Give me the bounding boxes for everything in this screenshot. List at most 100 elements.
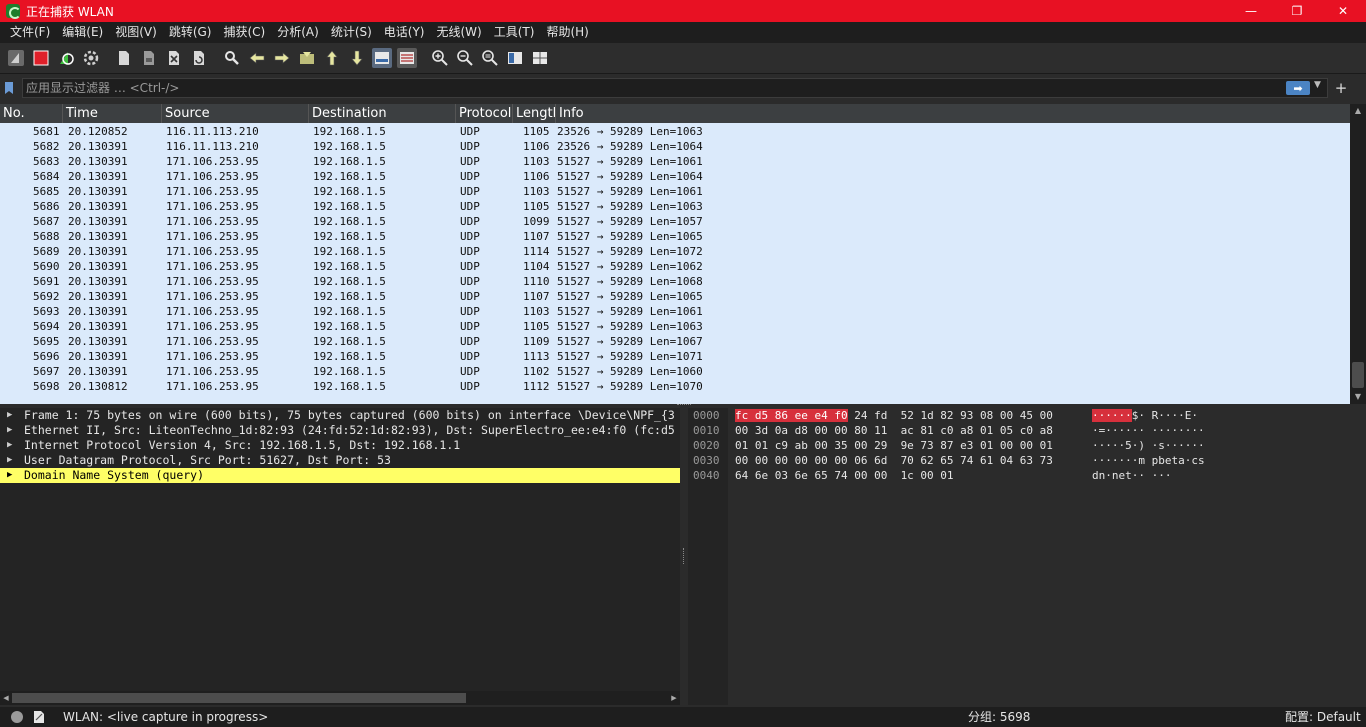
add-filter-button-icon[interactable]: + [1333, 78, 1349, 98]
normal-size-icon[interactable] [480, 48, 500, 68]
menu-edit[interactable]: 编辑(E) [56, 22, 109, 43]
table-row[interactable]: 5693 20.130391 171.106.253.95 192.168.1.5 UD… [0, 304, 1350, 319]
table-row[interactable]: 5689 20.130391 171.106.253.95 192.168.1.5 UD… [0, 244, 1350, 259]
vertical-splitter[interactable] [680, 408, 688, 705]
menu-file[interactable]: 文件(F) [4, 22, 56, 43]
stop-capture-icon[interactable] [31, 48, 51, 68]
bookmark-icon[interactable] [0, 77, 18, 99]
menu-wireless[interactable]: 无线(W) [431, 22, 488, 43]
scroll-down-icon[interactable]: ▼ [1350, 390, 1366, 404]
column-time[interactable]: Time [63, 104, 162, 123]
menu-statistics[interactable]: 统计(S) [325, 22, 378, 43]
save-file-icon[interactable] [139, 48, 159, 68]
menu-telephony[interactable]: 电话(Y) [378, 22, 431, 43]
table-row[interactable]: 5686 20.130391 171.106.253.95 192.168.1.5 UD… [0, 199, 1350, 214]
hex-row[interactable]: 00 00 00 00 00 00 06 6d 70 62 65 74 61 0… [735, 453, 1053, 468]
packet-list-scrollbar[interactable]: ▲ ▼ [1350, 104, 1366, 404]
tree-item-dns-selected[interactable]: ▶ Domain Name System (query) [0, 468, 680, 483]
last-packet-arrow-down-icon[interactable] [347, 48, 367, 68]
hex-row[interactable]: 01 01 c9 ab 00 35 00 29 9e 73 87 e3 01 0… [735, 438, 1053, 453]
scrollbar-thumb[interactable] [1352, 362, 1364, 388]
menu-tools[interactable]: 工具(T) [488, 22, 541, 43]
cell-protocol: UDP [460, 125, 480, 138]
shark-fin-start-icon[interactable] [6, 48, 26, 68]
menu-go[interactable]: 跳转(G) [163, 22, 218, 43]
cell-source: 171.106.253.95 [166, 215, 259, 228]
table-row[interactable]: 5691 20.130391 171.106.253.95 192.168.1.5 UD… [0, 274, 1350, 289]
column-source[interactable]: Source [162, 104, 309, 123]
table-row[interactable]: 5698 20.130812 171.106.253.95 192.168.1.5 UD… [0, 379, 1350, 394]
table-row[interactable]: 5682 20.130391 116.11.113.210 192.168.1.5 UD… [0, 139, 1350, 154]
cell-destination: 192.168.1.5 [313, 305, 386, 318]
display-filter-input[interactable]: 应用显示过滤器 … <Ctrl-/> [22, 78, 1328, 98]
ascii-row[interactable]: ·=······ ········ [1092, 423, 1205, 438]
scroll-up-icon[interactable]: ▲ [1350, 104, 1366, 118]
capture-options-gear-icon[interactable] [81, 48, 101, 68]
ascii-row[interactable]: ······$· R····E· [1092, 408, 1198, 423]
expand-arrow-icon[interactable]: ▶ [7, 423, 12, 438]
table-row[interactable]: 5694 20.130391 171.106.253.95 192.168.1.5 UD… [0, 319, 1350, 334]
table-row[interactable]: 5685 20.130391 171.106.253.95 192.168.1.5 UD… [0, 184, 1350, 199]
tree-item-ipv4[interactable]: ▶ Internet Protocol Version 4, Src: 192.… [0, 438, 680, 453]
table-row[interactable]: 5684 20.130391 171.106.253.95 192.168.1.5 UD… [0, 169, 1350, 184]
expand-arrow-icon[interactable]: ▶ [7, 408, 12, 423]
go-back-arrow-icon[interactable] [247, 48, 267, 68]
reload-file-icon[interactable] [189, 48, 209, 68]
table-row[interactable]: 5695 20.130391 171.106.253.95 192.168.1.5 UD… [0, 334, 1350, 349]
hex-row[interactable]: fc d5 86 ee e4 f0 24 fd 52 1d 82 93 08 0… [735, 408, 1053, 423]
table-row[interactable]: 5687 20.130391 171.106.253.95 192.168.1.5 UD… [0, 214, 1350, 229]
column-length[interactable]: Lengtl [513, 104, 556, 123]
tree-item-ethernet[interactable]: ▶ Ethernet II, Src: LiteonTechno_1d:82:9… [0, 423, 680, 438]
table-row[interactable]: 5683 20.130391 171.106.253.95 192.168.1.5 UD… [0, 154, 1350, 169]
column-protocol[interactable]: Protocol [456, 104, 513, 123]
expand-arrow-icon[interactable]: ▶ [7, 468, 12, 483]
expand-arrow-icon[interactable]: ▶ [7, 438, 12, 453]
go-to-packet-icon[interactable] [297, 48, 317, 68]
restart-capture-icon[interactable] [56, 48, 76, 68]
expand-grid-icon[interactable] [530, 48, 550, 68]
close-file-icon[interactable] [164, 48, 184, 68]
profile-label[interactable]: 配置: Default [1285, 707, 1361, 727]
menu-capture[interactable]: 捕获(C) [217, 22, 271, 43]
column-no[interactable]: No. [0, 104, 63, 123]
menu-view[interactable]: 视图(V) [109, 22, 163, 43]
ascii-row[interactable]: ·······m pbeta·cs [1092, 453, 1205, 468]
first-packet-arrow-up-icon[interactable] [322, 48, 342, 68]
table-row[interactable]: 5681 20.120852 116.11.113.210 192.168.1.5 UD… [0, 124, 1350, 139]
table-row[interactable]: 5690 20.130391 171.106.253.95 192.168.1.5 UD… [0, 259, 1350, 274]
tree-item-frame[interactable]: ▶ Frame 1: 75 bytes on wire (600 bits), … [0, 408, 680, 423]
close-button[interactable]: ✕ [1320, 0, 1366, 22]
scrollbar-thumb[interactable] [12, 693, 466, 703]
details-horizontal-scrollbar[interactable]: ◀ ▶ [0, 691, 680, 705]
filter-history-dropdown-icon[interactable]: ▼ [1314, 80, 1321, 90]
table-row[interactable]: 5696 20.130391 171.106.253.95 192.168.1.5 UD… [0, 349, 1350, 364]
ascii-row[interactable]: ·····5·) ·s······ [1092, 438, 1205, 453]
go-forward-arrow-icon[interactable] [272, 48, 292, 68]
zoom-in-icon[interactable] [430, 48, 450, 68]
table-row[interactable]: 5692 20.130391 171.106.253.95 192.168.1.5 UD… [0, 289, 1350, 304]
resize-columns-icon[interactable] [505, 48, 525, 68]
minimize-button[interactable]: — [1228, 0, 1274, 22]
apply-filter-arrow-icon[interactable]: ➡ [1286, 81, 1310, 95]
open-file-icon[interactable] [114, 48, 134, 68]
scroll-right-icon[interactable]: ▶ [668, 691, 680, 705]
colorize-icon[interactable] [397, 48, 417, 68]
expand-arrow-icon[interactable]: ▶ [7, 453, 12, 468]
expert-info-icon[interactable] [11, 711, 23, 723]
table-row[interactable]: 5688 20.130391 171.106.253.95 192.168.1.5 UD… [0, 229, 1350, 244]
column-destination[interactable]: Destination [309, 104, 456, 123]
tree-item-udp[interactable]: ▶ User Datagram Protocol, Src Port: 5162… [0, 453, 680, 468]
hex-row[interactable]: 64 6e 03 6e 65 74 00 00 1c 00 01 [735, 468, 954, 483]
menu-analyze[interactable]: 分析(A) [271, 22, 325, 43]
autoscroll-icon[interactable] [372, 48, 392, 68]
scroll-left-icon[interactable]: ◀ [0, 691, 12, 705]
table-row[interactable]: 5697 20.130391 171.106.253.95 192.168.1.5 UD… [0, 364, 1350, 379]
ascii-row[interactable]: dn·net·· ··· [1092, 468, 1171, 483]
zoom-out-icon[interactable] [455, 48, 475, 68]
menu-help[interactable]: 帮助(H) [540, 22, 594, 43]
column-info[interactable]: Info [556, 104, 1350, 123]
find-packet-icon[interactable] [222, 48, 242, 68]
hex-row[interactable]: 00 3d 0a d8 00 00 80 11 ac 81 c0 a8 01 0… [735, 423, 1053, 438]
restore-button[interactable]: ❐ [1274, 0, 1320, 22]
capture-comment-icon[interactable] [33, 710, 45, 724]
